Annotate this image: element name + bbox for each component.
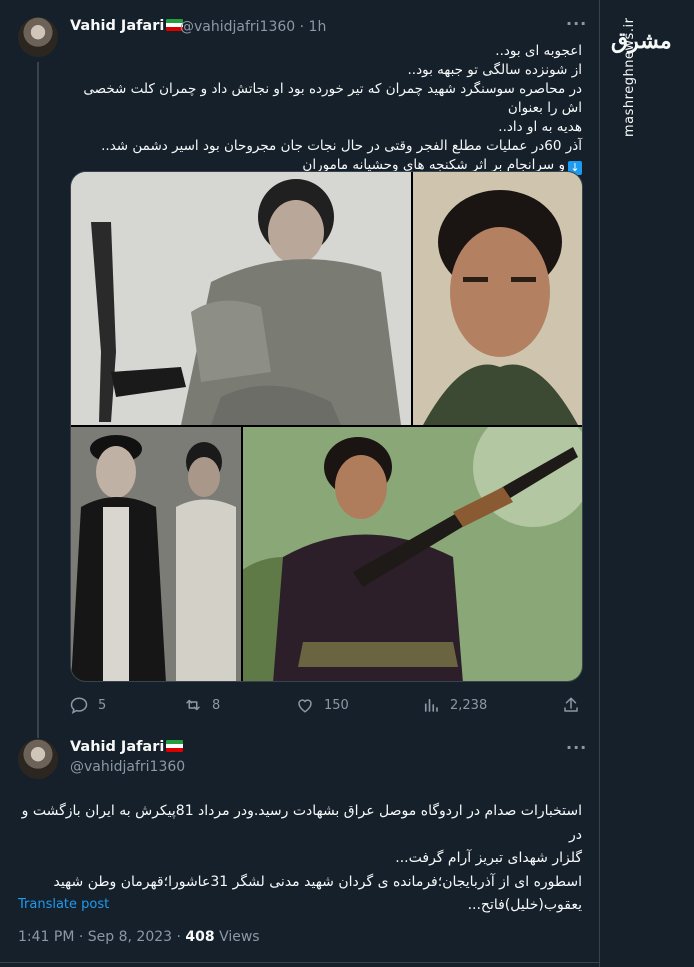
- thread-connector: [37, 62, 39, 738]
- like-count: 150: [324, 697, 349, 713]
- photo-illustration: [71, 427, 241, 681]
- tweet-line: استخبارات صدام در اردوگاه موصل عراق بشها…: [21, 803, 582, 843]
- photo-portrait[interactable]: [413, 172, 582, 425]
- share-button[interactable]: [562, 694, 580, 716]
- views-button[interactable]: 2,238: [422, 694, 487, 716]
- tweet-actions: 5 8 150 2,238: [70, 694, 582, 716]
- avatar[interactable]: [18, 739, 58, 779]
- photo-illustration: [243, 427, 582, 681]
- photo-with-cleric[interactable]: [71, 427, 241, 681]
- tweet-line: در محاصره سوسنگرد شهید چمران که تیر خورد…: [83, 81, 582, 116]
- tweet-line: آذر 60در عملیات مطلع الفجر وقتی در حال ن…: [101, 138, 582, 154]
- more-icon[interactable]: ···: [566, 738, 587, 757]
- views-label: Views: [214, 929, 260, 945]
- share-icon: [564, 697, 578, 712]
- watermark-panel: مشرق mashreghnews.ir: [601, 0, 694, 967]
- photo-fighter-with-rifle[interactable]: [243, 427, 582, 681]
- avatar[interactable]: [18, 17, 58, 57]
- author-handle[interactable]: @vahidjafri1360 · 1h: [180, 19, 326, 35]
- tweet-line: اعجوبه ای بود..: [495, 43, 582, 59]
- reply-count: 5: [98, 697, 107, 713]
- retweet-count: 8: [212, 697, 221, 713]
- like-icon: [298, 699, 312, 713]
- views-total: 408: [185, 929, 215, 945]
- photo-illustration: [413, 172, 582, 425]
- timestamp[interactable]: 1:41 PM · Sep 8, 2023 ·: [18, 929, 185, 945]
- tweet-meta: 1:41 PM · Sep 8, 2023 · 408 Views: [18, 929, 260, 945]
- tweet-line: اسطوره ای از آذربایجان؛فرمانده ی گردان ش…: [53, 873, 582, 890]
- retweet-button[interactable]: 8: [184, 694, 220, 716]
- like-button[interactable]: 150: [296, 694, 349, 716]
- reply-icon: [70, 697, 88, 714]
- more-icon[interactable]: ···: [566, 14, 587, 33]
- author-name[interactable]: Vahid Jafari: [70, 18, 184, 34]
- views-count: 2,238: [450, 697, 488, 713]
- tweet-line: گلزار شهدای تبریز آرام گرفت...: [395, 850, 582, 866]
- views-icon: [424, 698, 438, 712]
- retweet-icon: [186, 699, 200, 711]
- media-grid[interactable]: [70, 171, 583, 682]
- tweet-text: اعجوبه ای بود.. از شونزده سالگی تو جبهه …: [70, 42, 582, 175]
- photo-soldier-with-rifle[interactable]: [71, 172, 411, 425]
- author-name[interactable]: Vahid Jafari: [70, 739, 184, 755]
- reply-button[interactable]: 5: [70, 694, 106, 716]
- author-handle[interactable]: @vahidjafri1360: [70, 759, 185, 775]
- photo-illustration: [71, 172, 411, 425]
- tweet-line: هدیه به او داد..: [498, 119, 582, 135]
- divider: [0, 962, 600, 963]
- timeline-column: Vahid Jafari @vahidjafri1360 · 1h ··· اع…: [0, 0, 600, 967]
- translate-post-link[interactable]: Translate post: [18, 897, 109, 912]
- watermark-brand: mashreghnews.ir: [622, 17, 637, 137]
- tweet-line: از شونزده سالگی تو جبهه بود..: [407, 62, 583, 78]
- flag-iran-icon: [166, 740, 184, 752]
